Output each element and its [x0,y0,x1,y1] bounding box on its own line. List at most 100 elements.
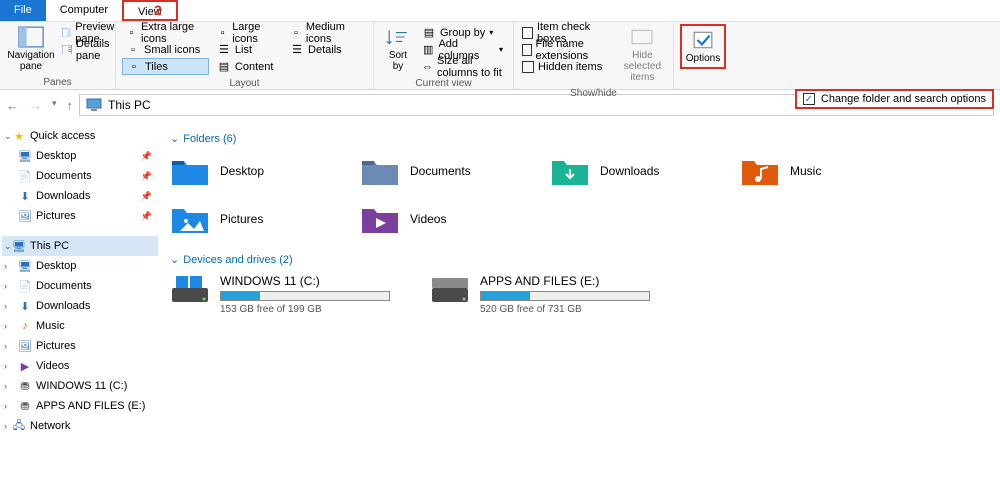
options-label: Options [686,53,720,64]
folder-desktop[interactable]: Desktop [170,153,360,201]
sidebar-this-pc[interactable]: ⌄🖥This PC [2,236,158,256]
star-icon: ★ [12,129,26,143]
pin-icon: 📌 [141,171,152,182]
chevron-down-icon: ⌄ [170,132,179,145]
sidebar-pc-drive-c[interactable]: ›⛃WINDOWS 11 (C:) [2,376,158,396]
hide-selected-label: Hide selected items [624,50,661,83]
drive-e[interactable]: APPS AND FILES (E:) 520 GB free of 731 G… [430,274,650,315]
details-pane-button[interactable]: Details pane [58,41,123,58]
preview-pane-icon [62,26,71,40]
desktop-icon: 🖥 [18,259,32,273]
tiles-icon: ▫ [126,43,140,57]
tiles-button[interactable]: ▫Tiles [122,58,209,75]
checkbox-icon [522,61,534,73]
sidebar-pc-videos[interactable]: ›▶Videos [2,356,158,376]
sidebar-pc-music[interactable]: ›♪Music [2,316,158,336]
sort-by-button[interactable]: Sort by [380,24,416,74]
sort-icon [384,26,412,48]
drive-free-text: 520 GB free of 731 GB [480,304,650,315]
sidebar-qa-pictures[interactable]: 🖼Pictures📌 [2,206,158,226]
chevron-right-icon: › [4,361,7,371]
large-icons-button[interactable]: ▫Large icons [213,24,282,41]
small-icons-button[interactable]: ▫Small icons [122,41,209,58]
this-pc-icon [86,98,102,112]
sidebar-qa-documents[interactable]: 📄Documents📌 [2,166,158,186]
sidebar-quick-access[interactable]: ⌄★Quick access [2,126,158,146]
content-button[interactable]: ▤Content [213,58,282,75]
tiles-icon: ▫ [217,26,228,40]
size-columns-button[interactable]: ⇔Size all columns to fit [418,58,507,75]
sidebar-qa-downloads[interactable]: ⬇Downloads📌 [2,186,158,206]
content-icon: ▤ [217,60,231,74]
sidebar-qa-desktop[interactable]: 🖥Desktop📌 [2,146,158,166]
medium-icons-button[interactable]: ▫Medium icons [286,24,367,41]
folder-videos[interactable]: Videos [360,201,550,249]
extra-large-icons-button[interactable]: ▫Extra large icons [122,24,209,41]
drive-c[interactable]: WINDOWS 11 (C:) 153 GB free of 199 GB [170,274,390,315]
pin-icon: 📌 [141,151,152,162]
up-button[interactable]: ↑ [67,98,74,113]
options-icon [689,29,717,51]
change-folder-options-item[interactable]: ✓ Change folder and search options [795,89,994,109]
downloads-folder-icon [550,155,590,187]
panes-group-label: Panes [6,74,109,90]
breadcrumb[interactable]: This PC [108,98,151,112]
hide-selected-button[interactable]: Hide selected items [618,24,667,85]
navigation-sidebar: ⌄★Quick access 🖥Desktop📌 📄Documents📌 ⬇Do… [0,120,160,500]
this-pc-icon: 🖥 [12,239,26,253]
tab-file[interactable]: File [0,0,46,21]
folder-documents[interactable]: Documents [360,153,550,201]
options-button[interactable]: Options [683,27,723,66]
drive-c-icon [170,274,210,306]
videos-folder-icon [360,203,400,235]
sidebar-network[interactable]: ›🖧Network [2,416,158,436]
chevron-right-icon: › [4,281,7,291]
drive-icon: ⛃ [18,399,32,413]
recent-locations-button[interactable]: ▾ [52,98,57,113]
hide-icon [628,26,656,48]
downloads-icon: ⬇ [18,189,32,203]
chevron-right-icon: › [4,401,7,411]
drive-name: WINDOWS 11 (C:) [220,274,390,288]
tab-view[interactable]: View [122,0,178,21]
chevron-down-icon: ▾ [499,45,503,54]
back-button[interactable]: ← [6,98,19,113]
list-icon: ☰ [217,43,231,57]
chevron-down-icon: ▾ [489,28,493,37]
sidebar-pc-documents[interactable]: ›📄Documents [2,276,158,296]
list-button[interactable]: ☰List [213,41,282,58]
details-pane-icon [62,43,72,57]
drive-e-icon [430,274,470,306]
sidebar-pc-desktop[interactable]: ›🖥Desktop [2,256,158,276]
details-icon: ☰ [290,43,304,57]
change-folder-label: Change folder and search options [821,93,986,105]
tiles-icon: ▫ [290,26,302,40]
drive-usage-bar [220,291,390,301]
chevron-right-icon: › [4,261,7,271]
drive-free-text: 153 GB free of 199 GB [220,304,390,315]
chevron-right-icon: › [4,381,7,391]
hidden-items-toggle[interactable]: Hidden items [520,58,616,75]
navigation-pane-button[interactable]: Navigation pane [6,24,56,74]
tab-computer[interactable]: Computer [46,0,122,21]
documents-folder-icon [360,155,400,187]
drives-section-header[interactable]: ⌄Devices and drives (2) [170,253,990,266]
file-name-extensions-toggle[interactable]: File name extensions [520,41,616,58]
sort-by-label: Sort by [386,50,410,72]
sidebar-pc-pictures[interactable]: ›🖼Pictures [2,336,158,356]
drive-icon: ⛃ [18,379,32,393]
annotation-2: 2 [154,2,162,18]
forward-button[interactable]: → [29,98,42,113]
sidebar-pc-downloads[interactable]: ›⬇Downloads [2,296,158,316]
videos-icon: ▶ [18,359,32,373]
checkbox-icon: ✓ [803,93,815,105]
folder-downloads[interactable]: Downloads [550,153,740,201]
ribbon: Navigation pane Preview pane Details pan… [0,22,1000,90]
folders-section-header[interactable]: ⌄Folders (6) [170,132,990,145]
folder-music[interactable]: Music [740,153,930,201]
sidebar-pc-drive-e[interactable]: ›⛃APPS AND FILES (E:) [2,396,158,416]
music-folder-icon [740,155,780,187]
folder-pictures[interactable]: Pictures [170,201,360,249]
group-icon: ▤ [422,26,436,40]
details-button[interactable]: ☰Details [286,41,367,58]
